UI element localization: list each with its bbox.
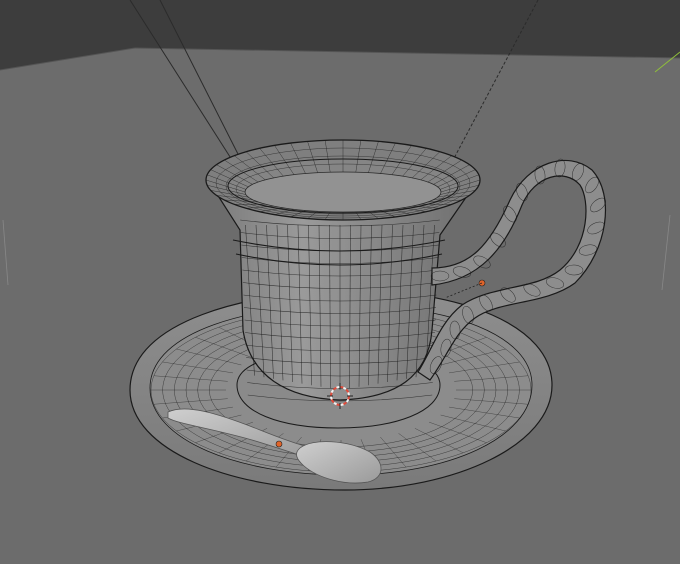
3d-viewport[interactable] bbox=[0, 0, 680, 564]
viewport-canvas[interactable] bbox=[0, 0, 680, 564]
object-origin[interactable] bbox=[275, 440, 283, 448]
cup-liquid-surface bbox=[244, 171, 442, 213]
